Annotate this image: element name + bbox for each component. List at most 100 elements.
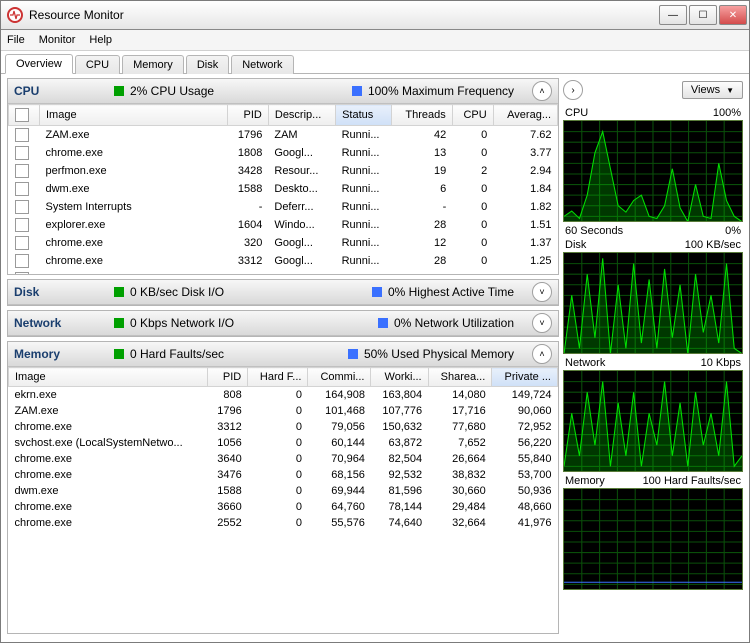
table-row[interactable]: dwm.exe1588Deskto...Runni...601.84 — [9, 180, 558, 198]
app-icon — [7, 7, 23, 23]
charts-pane: › Views▼ CPU100%60 Seconds0%Disk100 KB/s… — [561, 74, 749, 642]
mcol-working[interactable]: Worki... — [371, 368, 428, 387]
table-row[interactable]: chrome.exe3312Googl...Runni...2801.25 — [9, 252, 558, 270]
row-checkbox[interactable] — [15, 272, 29, 274]
table-row[interactable]: perfmon.exe3428Resour...Runni...1922.94 — [9, 162, 558, 180]
cpu-usage-swatch — [114, 86, 124, 96]
cpu-panel: CPU 2% CPU Usage 100% Maximum Frequency … — [7, 78, 559, 275]
cpu-panel-title: CPU — [14, 84, 114, 98]
mem-hf-swatch — [114, 349, 124, 359]
mcol-shareable[interactable]: Sharea... — [428, 368, 492, 387]
table-row[interactable]: svchost.exe (LocalSystemNetwo...1056060,… — [9, 435, 558, 451]
cpu-process-table: Image PID Descrip... Status Threads CPU … — [8, 104, 558, 274]
select-all-checkbox[interactable] — [15, 108, 29, 122]
window-title: Resource Monitor — [29, 8, 657, 22]
chart-title: CPU — [565, 107, 588, 119]
net-io-text: 0 Kbps Network I/O — [130, 316, 234, 330]
charts-collapse-button[interactable]: › — [563, 80, 583, 100]
col-status[interactable]: Status — [336, 105, 392, 126]
chart-disk — [563, 252, 743, 354]
menu-file[interactable]: File — [7, 34, 25, 46]
row-checkbox[interactable] — [15, 236, 29, 250]
menu-monitor[interactable]: Monitor — [39, 34, 76, 46]
cpu-freq-swatch — [352, 86, 362, 96]
col-threads[interactable]: Threads — [392, 105, 452, 126]
disk-active-text: 0% Highest Active Time — [388, 285, 514, 299]
network-panel-header[interactable]: Network 0 Kbps Network I/O 0% Network Ut… — [8, 311, 558, 336]
cpu-collapse-button[interactable]: ˄ — [532, 81, 552, 101]
network-panel-title: Network — [14, 316, 114, 330]
row-checkbox[interactable] — [15, 254, 29, 268]
memory-panel-header[interactable]: Memory 0 Hard Faults/sec 50% Used Physic… — [8, 342, 558, 367]
chart-cpu — [563, 120, 743, 222]
chart-title: Disk — [565, 239, 586, 251]
tab-memory[interactable]: Memory — [122, 55, 184, 74]
memory-process-table: Image PID Hard F... Commi... Worki... Sh… — [8, 367, 558, 531]
table-row[interactable]: ZAM.exe17960101,468107,77617,71690,060 — [9, 403, 558, 419]
table-row[interactable]: chrome.exe3640070,96482,50426,66455,840 — [9, 451, 558, 467]
minimize-button[interactable]: — — [659, 5, 687, 25]
row-checkbox[interactable] — [15, 128, 29, 142]
disk-panel-header[interactable]: Disk 0 KB/sec Disk I/O 0% Highest Active… — [8, 280, 558, 305]
tab-disk[interactable]: Disk — [186, 55, 229, 74]
mem-hf-text: 0 Hard Faults/sec — [130, 347, 224, 361]
memory-collapse-button[interactable]: ˄ — [532, 344, 552, 364]
mcol-commit[interactable]: Commi... — [308, 368, 371, 387]
disk-io-text: 0 KB/sec Disk I/O — [130, 285, 224, 299]
table-row[interactable]: ekrn.exe8080164,908163,80414,080149,724 — [9, 387, 558, 404]
chart-title: Network — [565, 357, 605, 369]
row-checkbox[interactable] — [15, 164, 29, 178]
mcol-private[interactable]: Private ... — [492, 368, 558, 387]
cpu-panel-header[interactable]: CPU 2% CPU Usage 100% Maximum Frequency … — [8, 79, 558, 104]
mem-used-text: 50% Used Physical Memory — [364, 347, 514, 361]
table-row[interactable]: chrome.exe3312079,056150,63277,68072,952 — [9, 419, 558, 435]
cpu-freq-text: 100% Maximum Frequency — [368, 84, 514, 98]
net-io-swatch — [114, 318, 124, 328]
row-checkbox[interactable] — [15, 218, 29, 232]
col-average[interactable]: Averag... — [493, 105, 557, 126]
col-pid[interactable]: PID — [227, 105, 268, 126]
tab-cpu[interactable]: CPU — [75, 55, 120, 74]
tabstrip: Overview CPU Memory Disk Network — [1, 51, 749, 74]
menubar: File Monitor Help — [1, 30, 749, 51]
mcol-pid[interactable]: PID — [207, 368, 247, 387]
tab-overview[interactable]: Overview — [5, 54, 73, 74]
maximize-button[interactable]: ☐ — [689, 5, 717, 25]
row-checkbox[interactable] — [15, 146, 29, 160]
network-expand-button[interactable]: ˅ — [532, 313, 552, 333]
col-description[interactable]: Descrip... — [268, 105, 335, 126]
titlebar: Resource Monitor — ☐ ✕ — [1, 1, 749, 30]
table-row[interactable]: explorer.exe1604Windo...Runni...2801.51 — [9, 216, 558, 234]
cpu-usage-text: 2% CPU Usage — [130, 84, 214, 98]
mcol-image[interactable]: Image — [9, 368, 208, 387]
close-button[interactable]: ✕ — [719, 5, 747, 25]
col-image[interactable]: Image — [40, 105, 228, 126]
table-row[interactable]: chrome.exe2552055,57674,64032,66441,976 — [9, 515, 558, 531]
mcol-hardfaults[interactable]: Hard F... — [248, 368, 308, 387]
chart-memory — [563, 488, 743, 590]
table-row[interactable]: System Interrupts-Deferr...Runni...-01.8… — [9, 198, 558, 216]
tab-network[interactable]: Network — [231, 55, 293, 74]
chart-network — [563, 370, 743, 472]
table-row[interactable]: chrome.exe320Googl...Runni...1201.37 — [9, 234, 558, 252]
memory-panel-title: Memory — [14, 347, 114, 361]
mem-used-swatch — [348, 349, 358, 359]
disk-panel-title: Disk — [14, 285, 114, 299]
chart-scale: 100% — [713, 107, 741, 119]
table-row[interactable]: chrome.exe1808Googl...Runni...1303.77 — [9, 144, 558, 162]
row-checkbox[interactable] — [15, 182, 29, 196]
resource-monitor-window: Resource Monitor — ☐ ✕ File Monitor Help… — [0, 0, 750, 643]
table-row[interactable]: chrome.exe3660064,76078,14429,48448,660 — [9, 499, 558, 515]
table-row[interactable]: chrome.exe3476068,15692,53238,83253,700 — [9, 467, 558, 483]
disk-expand-button[interactable]: ˅ — [532, 282, 552, 302]
table-row[interactable]: dwm.exe1588069,94481,59630,66050,936 — [9, 483, 558, 499]
table-row[interactable]: ZAM.exe1796ZAMRunni...4207.62 — [9, 126, 558, 145]
table-row[interactable]: svchost.exe (LocalSystemNet...1056Host P… — [9, 270, 558, 274]
disk-active-swatch — [372, 287, 382, 297]
dropdown-icon: ▼ — [726, 86, 734, 95]
chart-scale: 100 Hard Faults/sec — [643, 475, 741, 487]
row-checkbox[interactable] — [15, 200, 29, 214]
views-button[interactable]: Views▼ — [682, 81, 743, 99]
col-cpu[interactable]: CPU — [452, 105, 493, 126]
menu-help[interactable]: Help — [89, 34, 112, 46]
